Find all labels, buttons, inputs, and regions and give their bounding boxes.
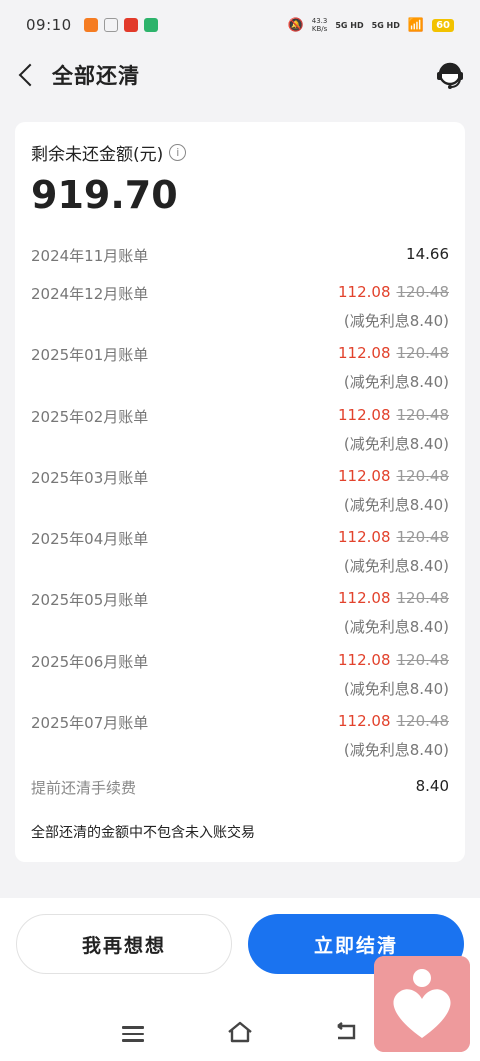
copy-notification-icon	[103, 18, 118, 32]
bill-amount: 112.08 120.48	[338, 712, 449, 733]
info-icon[interactable]: i	[169, 144, 187, 161]
interest-discount: (减免利息8.40)	[343, 373, 449, 392]
bill-label: 2025年05月账单	[31, 591, 149, 610]
original-amount: 120.48	[396, 283, 450, 301]
header: 全部还清	[0, 50, 480, 100]
bill-label: 2024年11月账单	[31, 247, 149, 265]
bill-amount: 112.08 120.48	[338, 283, 449, 304]
home-icon[interactable]	[226, 1020, 254, 1044]
bill-label: 2025年06月账单	[31, 652, 149, 671]
interest-discount: (减免利息8.40)	[343, 618, 449, 637]
floating-heart-icon[interactable]	[374, 956, 470, 1052]
bill-amount: 112.08 120.48	[338, 344, 449, 365]
bill-label: 2025年04月账单	[31, 530, 149, 549]
bill-label: 2025年02月账单	[31, 407, 149, 426]
interest-discount: (减免利息8.40)	[343, 495, 449, 514]
wifi-icon: 📶	[407, 17, 425, 33]
bill-row: 2025年04月账单 112.08 120.48 (减免利息8.40)	[31, 528, 449, 589]
battery-icon: 60	[432, 18, 454, 32]
discounted-amount: 112.08	[338, 344, 391, 363]
bill-label: 2025年01月账单	[31, 346, 149, 365]
shopping-notification-icon	[123, 18, 138, 32]
bill-label: 2025年03月账单	[31, 468, 149, 487]
discounted-amount: 112.08	[338, 405, 391, 424]
signal-1: 5G HD	[335, 20, 364, 30]
remaining-amount: 919.70	[31, 173, 178, 217]
original-amount: 120.48	[396, 528, 450, 547]
remaining-label-row: 剩余未还金额(元) i	[31, 140, 449, 165]
bill-row: 2025年07月账单 112.08 120.48 (减免利息8.40)	[31, 712, 449, 773]
net-speed: 43.3 KB/s	[311, 17, 328, 33]
bill-value: 14.66	[406, 245, 449, 263]
status-time: 09:10	[26, 16, 72, 34]
remaining-label: 剩余未还金额(元)	[31, 145, 164, 165]
status-bar: 09:10 🔕 43.3 KB/s 5G HD 5G HD 📶 60	[0, 0, 480, 50]
interest-discount: (减免利息8.40)	[343, 434, 449, 453]
chat-notification-icon	[143, 18, 158, 32]
return-icon[interactable]	[334, 1022, 360, 1042]
status-left: 09:10	[26, 16, 158, 34]
discounted-amount: 112.08	[338, 589, 391, 608]
original-amount: 120.48	[396, 405, 450, 424]
think-again-button[interactable]: 我再想想	[16, 914, 232, 974]
bill-list: 2024年11月账单 14.66 2024年12月账单 112.08 120.48 (…	[31, 245, 449, 798]
settlement-card: 剩余未还金额(元) i 919.70 2024年11月账单 14.66 2024…	[15, 122, 465, 862]
app-notification-icon	[83, 18, 98, 32]
interest-discount: (减免利息8.40)	[343, 312, 449, 330]
bill-row: 2024年12月账单 112.08 120.48 (减免利息8.40)	[31, 283, 449, 344]
original-amount: 120.48	[396, 466, 450, 485]
interest-discount: (减免利息8.40)	[343, 741, 449, 760]
settlement-note: 全部还清的金额中不包含未入账交易	[31, 825, 255, 842]
discounted-amount: 112.08	[338, 650, 391, 669]
discounted-amount: 112.08	[338, 466, 391, 485]
back-arrow-icon[interactable]	[16, 64, 38, 86]
bill-row: 2025年01月账单 112.08 120.48 (减免利息8.40)	[31, 344, 449, 405]
bill-row: 2025年05月账单 112.08 120.48 (减免利息8.40)	[31, 589, 449, 650]
bill-row: 2025年03月账单 112.08 120.48 (减免利息8.40)	[31, 467, 449, 528]
interest-discount: (减免利息8.40)	[343, 679, 449, 698]
discounted-amount: 112.08	[338, 283, 391, 301]
interest-discount: (减免利息8.40)	[343, 557, 449, 576]
bill-amount: 112.08 120.48	[338, 406, 449, 427]
bill-amount: 112.08 120.48	[338, 589, 449, 610]
fee-value: 8.40	[415, 777, 449, 796]
discounted-amount: 112.08	[338, 712, 391, 731]
bill-amount: 112.08 120.48	[338, 651, 449, 672]
fee-row: 提前还清手续费 8.40	[31, 777, 449, 798]
fee-label: 提前还清手续费	[31, 779, 137, 798]
mute-icon: 🔕	[287, 17, 304, 33]
bill-amount: 112.08 120.48	[338, 467, 449, 488]
bill-amount: 112.08 120.48	[338, 528, 449, 549]
status-right: 🔕 43.3 KB/s 5G HD 5G HD 📶 60	[288, 17, 454, 33]
signal-2: 5G HD	[371, 20, 400, 30]
customer-service-icon[interactable]	[434, 60, 466, 92]
bill-row: 2025年06月账单 112.08 120.48 (减免利息8.40)	[31, 651, 449, 712]
bill-label: 2025年07月账单	[31, 714, 149, 733]
menu-icon[interactable]	[122, 1026, 144, 1042]
original-amount: 120.48	[396, 344, 450, 363]
bill-row: 2025年02月账单 112.08 120.48 (减免利息8.40)	[31, 406, 449, 467]
original-amount: 120.48	[396, 712, 450, 731]
discounted-amount: 112.08	[338, 528, 391, 547]
original-amount: 120.48	[396, 589, 450, 608]
bill-label: 2024年12月账单	[31, 285, 149, 303]
page-title: 全部还清	[52, 64, 140, 88]
bill-row: 2024年11月账单 14.66	[31, 245, 449, 283]
original-amount: 120.48	[396, 650, 450, 669]
